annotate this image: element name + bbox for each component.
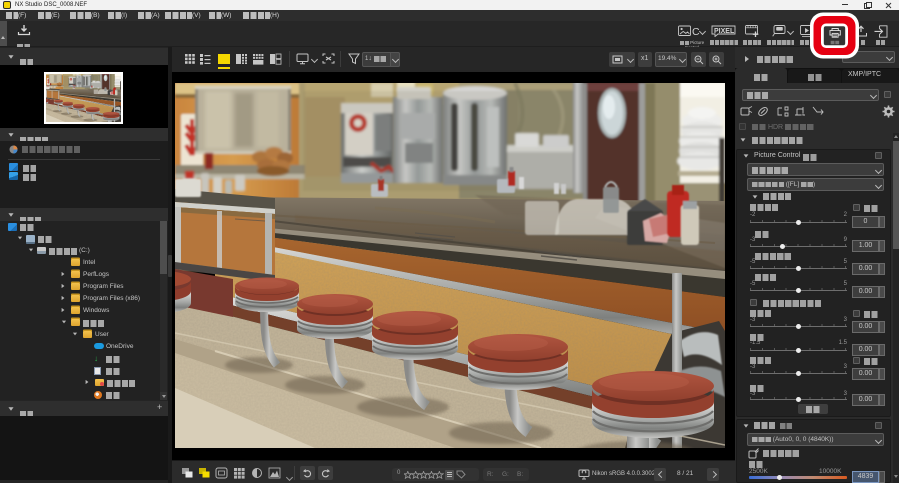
svg-text:PIXEL: PIXEL [714,28,735,35]
